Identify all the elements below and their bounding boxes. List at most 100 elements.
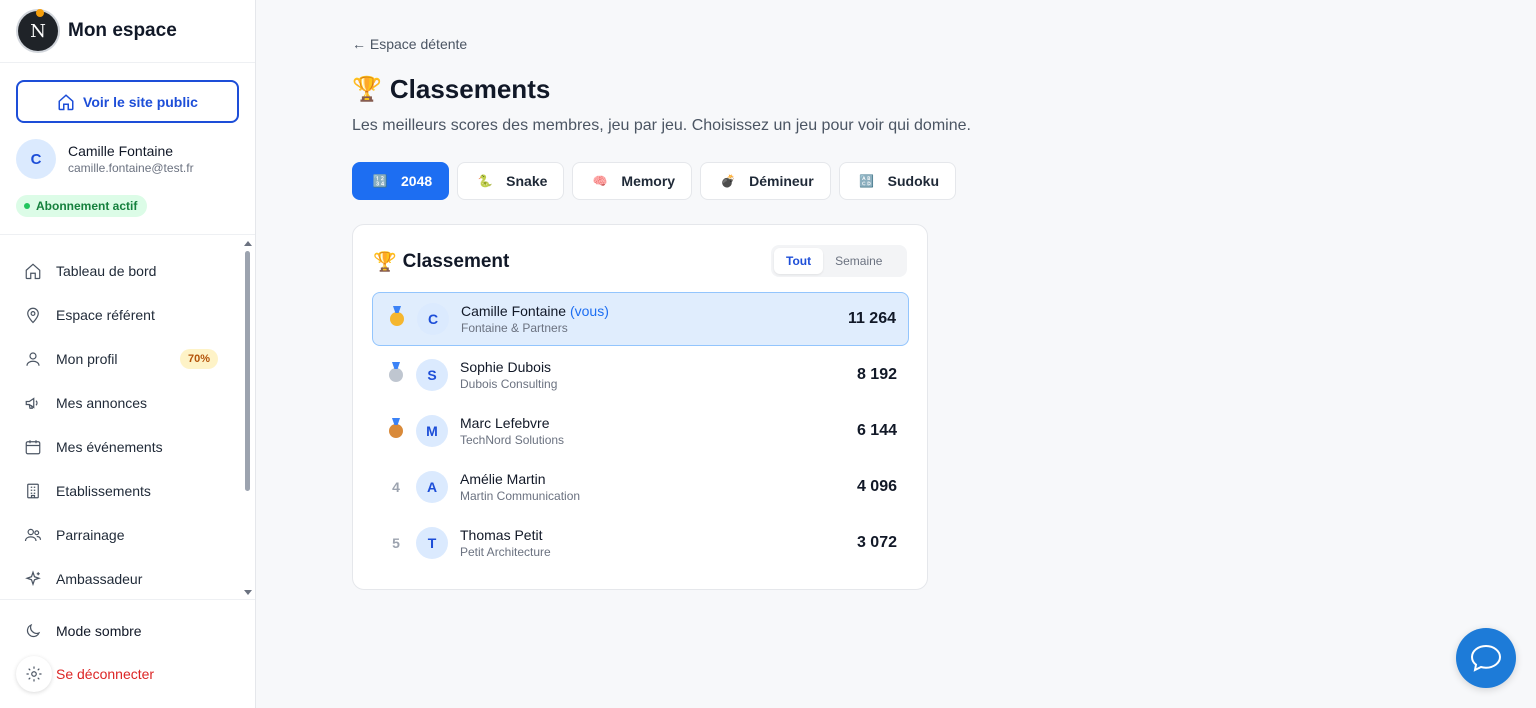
moon-icon	[26, 623, 41, 638]
view-public-site-button[interactable]: Voir le site public	[16, 80, 239, 123]
sidebar: N Mon espace Voir le site public C Camil…	[0, 0, 256, 708]
leaderboard-title-text: Classement	[402, 251, 510, 272]
logo-dot	[36, 9, 44, 17]
leaderboard-row[interactable]: 5 T Thomas Petit Petit Architecture 3 07…	[372, 516, 909, 570]
player-score: 4 096	[856, 478, 897, 495]
home-icon	[25, 263, 41, 280]
avatar: T	[416, 527, 448, 559]
sidebar-item-establishments[interactable]: Etablissements	[24, 475, 224, 507]
gear-icon	[26, 666, 42, 682]
tab-minesweeper[interactable]: 💣 Démineur	[700, 162, 831, 200]
brain-icon: 🧠	[592, 174, 608, 188]
player-name: Sophie Dubois	[460, 359, 552, 375]
you-tag: (vous)	[569, 303, 609, 319]
period-week-button[interactable]: Semaine	[823, 248, 894, 274]
period-toggle: Tout Semaine	[771, 245, 907, 277]
player-company: Fontaine & Partners	[461, 321, 568, 335]
building-icon	[27, 483, 39, 499]
brand-header: N Mon espace	[0, 0, 255, 63]
player-score: 6 144	[856, 422, 897, 439]
chat-button[interactable]	[1456, 628, 1516, 688]
rank-cell	[386, 424, 406, 438]
sidebar-item-label: Ambassadeur	[56, 571, 143, 587]
sidebar-item-referent[interactable]: Espace référent	[24, 299, 224, 331]
avatar: C	[417, 303, 449, 335]
profile-completion-badge: 70%	[179, 349, 218, 369]
snake-icon: 🐍	[477, 174, 493, 188]
player-score: 8 192	[856, 366, 897, 383]
leaderboard-row[interactable]: 4 A Amélie Martin Martin Communication 4…	[372, 460, 909, 514]
brand-logo[interactable]: N	[18, 9, 58, 51]
leaderboard-row[interactable]: S Sophie Dubois Dubois Consulting 8 192	[372, 348, 909, 402]
player-company: TechNord Solutions	[460, 433, 565, 447]
trophy-icon: 🏆	[352, 76, 382, 103]
scroll-down-arrow-icon[interactable]	[244, 590, 252, 595]
megaphone-icon	[25, 397, 38, 409]
sidebar-item-events[interactable]: Mes événements	[24, 431, 224, 463]
logout-label: Se déconnecter	[56, 666, 155, 682]
period-all-button[interactable]: Tout	[774, 248, 824, 274]
chat-bubble-icon	[1470, 644, 1502, 672]
scroll-thumb[interactable]	[245, 251, 250, 491]
sidebar-item-ambassador[interactable]: Ambassadeur	[24, 563, 224, 595]
leaderboard-card: 🏆 Classement Tout Semaine C Camille Font…	[352, 224, 928, 590]
status-dot-icon	[24, 203, 30, 209]
sidebar-item-label: Mes annonces	[56, 395, 148, 411]
scroll-up-arrow-icon[interactable]	[244, 241, 252, 246]
gold-medal-icon	[390, 312, 404, 326]
sidebar-item-profile[interactable]: Mon profil 70%	[24, 343, 224, 375]
numbers-icon: 🔢	[372, 174, 388, 188]
brand-name: Mon espace	[68, 20, 177, 41]
tab-memory[interactable]: 🧠 Memory	[572, 162, 693, 200]
tab-2048[interactable]: 🔢 2048	[352, 162, 450, 200]
calendar-icon	[25, 440, 41, 455]
tab-snake[interactable]: 🐍 Snake	[457, 162, 565, 200]
logout-link[interactable]: Se déconnecter	[56, 666, 154, 682]
sidebar-item-announcements[interactable]: Mes annonces	[24, 387, 224, 419]
user-email: camille.fontaine@test.fr	[68, 161, 194, 175]
sidebar-scrollbar[interactable]	[244, 239, 252, 597]
tab-label: Snake	[506, 173, 548, 189]
avatar: C	[16, 139, 56, 179]
player-company: Dubois Consulting	[460, 377, 558, 391]
location-pin-icon	[27, 307, 39, 324]
sidebar-item-referral[interactable]: Parrainage	[24, 519, 224, 551]
brand-logo-letter: N	[30, 20, 46, 42]
trophy-icon: 🏆	[373, 252, 397, 273]
tab-label: Sudoku	[887, 173, 940, 189]
rank-cell	[387, 312, 407, 326]
rank-number: 4	[392, 479, 400, 495]
dark-mode-toggle[interactable]: Mode sombre	[24, 622, 142, 640]
letters-icon: 🔠	[859, 174, 875, 188]
player-score: 3 072	[856, 534, 897, 551]
tab-sudoku[interactable]: 🔠 Sudoku	[838, 162, 957, 200]
leaderboard-row[interactable]: M Marc Lefebvre TechNord Solutions 6 144	[372, 404, 909, 458]
sidebar-item-label: Etablissements	[56, 483, 151, 499]
page-title: 🏆 Classements	[352, 74, 550, 105]
player-score: 11 264	[847, 310, 896, 327]
tab-label: Démineur	[749, 173, 814, 189]
settings-button[interactable]	[16, 656, 52, 692]
rank-number: 5	[392, 535, 400, 551]
user-name: Camille Fontaine	[68, 143, 174, 159]
player-company: Petit Architecture	[460, 545, 551, 559]
page-subtitle: Les meilleurs scores des membres, jeu pa…	[352, 117, 971, 134]
tab-label: Memory	[621, 173, 676, 189]
bronze-medal-icon	[389, 424, 403, 438]
player-company: Martin Communication	[460, 489, 581, 503]
back-link[interactable]: ← Espace détente	[352, 36, 467, 52]
sidebar-item-label: Parrainage	[56, 527, 125, 543]
user-card[interactable]: C Camille Fontaine camille.fontaine@test…	[16, 139, 194, 179]
avatar: S	[416, 359, 448, 391]
dark-mode-label: Mode sombre	[56, 623, 142, 639]
sidebar-item-label: Mon profil	[56, 351, 118, 367]
leaderboard-row[interactable]: C Camille Fontaine (vous) Fontaine & Par…	[372, 292, 909, 346]
sparkle-icon	[25, 570, 41, 587]
avatar: M	[416, 415, 448, 447]
user-icon	[26, 352, 40, 366]
player-name: Camille Fontaine (vous)	[461, 303, 609, 319]
users-icon	[24, 528, 42, 542]
sidebar-item-dashboard[interactable]: Tableau de bord	[24, 255, 224, 287]
sidebar-item-label: Mes événements	[56, 439, 163, 455]
rank-cell	[386, 368, 406, 382]
